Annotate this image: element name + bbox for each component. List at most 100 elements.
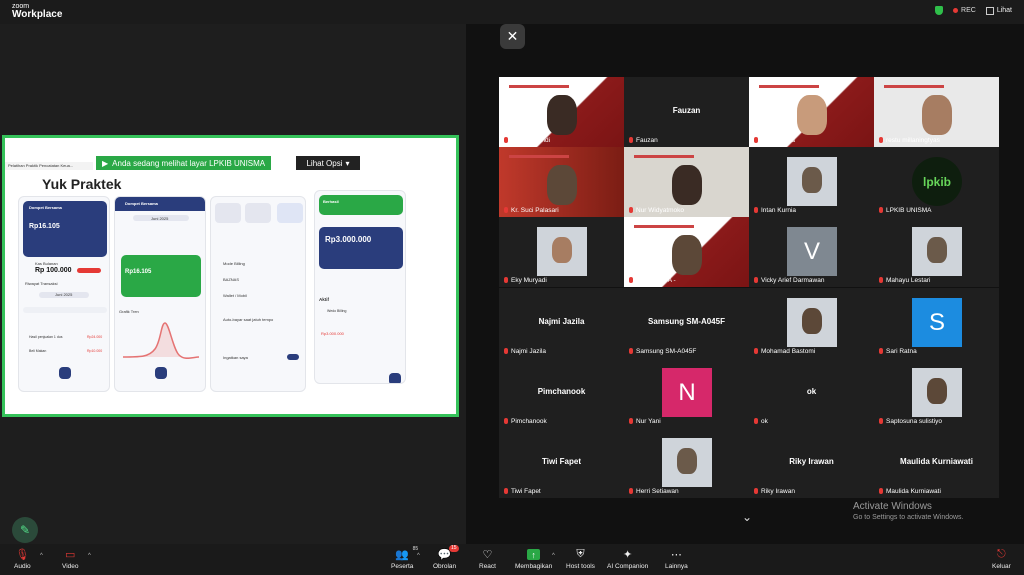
recording-indicator[interactable]: REC [953, 7, 976, 14]
participant-face [922, 95, 952, 135]
saldo-value: Rp 100.000 [35, 267, 72, 274]
participant-tile[interactable]: Intan Kurnia [749, 147, 874, 217]
chat-button[interactable]: 💬 15 Obrolan [433, 545, 459, 570]
participant-tile[interactable]: Tiwi Fapet Tiwi Fapet [499, 428, 624, 498]
profile-photo [912, 368, 962, 417]
video-button[interactable]: ▭ Video [62, 548, 79, 570]
participant-tile[interactable]: ok ok [749, 358, 874, 428]
participant-tile[interactable]: V Vicky Arief Darmawan [749, 217, 874, 287]
participant-tile[interactable]: Fauzan Fauzan [624, 77, 749, 147]
participant-tile[interactable]: Nur Widyatmoko [624, 147, 749, 217]
green-card: Rp16.105 [121, 255, 201, 297]
logo-line-2: Workplace [12, 9, 63, 20]
toggle-switch [287, 354, 299, 360]
rec-label: REC [961, 7, 976, 14]
share-screen-icon: ↑ [527, 548, 541, 561]
microphone-muted-icon [878, 348, 884, 355]
participant-tile[interactable]: Riky Irawan Riky Irawan [749, 428, 874, 498]
participant-tile[interactable]: Samsung SM-A045F Samsung SM-A045F [624, 288, 749, 358]
windows-activation-watermark: Activate Windows Go to Settings to activ… [853, 501, 964, 521]
activation-line-1: Activate Windows [853, 501, 932, 512]
top-right-controls: REC Lihat [935, 6, 1012, 15]
host-tools-button[interactable]: ⛨ Host tools [566, 548, 595, 570]
participant-tile[interactable]: Pimchanook Pimchanook [499, 358, 624, 428]
participant-tile[interactable]: MUSTHOFA - [624, 217, 749, 287]
participant-tile[interactable]: Rudi Devendi [499, 77, 624, 147]
more-button[interactable]: ⋯ Lainnya [665, 548, 688, 570]
participant-name: Saptosuna sulistiyo [886, 418, 943, 425]
participants-button[interactable]: 👥 85 Peserta [391, 546, 418, 570]
participant-tile[interactable]: Saptosuna sulistiyo [874, 358, 999, 428]
microphone-muted-icon [628, 418, 634, 425]
view-options-label: Lihat Opsi [306, 158, 343, 168]
microphone-muted-icon [753, 207, 759, 214]
profile-photo [787, 157, 837, 206]
participant-name: Herri Setiawan [636, 488, 679, 495]
field-label: Mode Billing [223, 261, 245, 266]
participant-name-label: Riky Irawan [753, 488, 795, 495]
month-label: Juni 2025 [151, 216, 169, 221]
view-options-button[interactable]: Lihat Opsi ▾ [296, 156, 360, 170]
viewing-share-banner: ▶ Anda sedang melihat layar LPKIB UNISMA [96, 156, 272, 170]
microphone-muted-icon [753, 137, 759, 144]
participant-name-label: LPKIB UNISMA [878, 207, 932, 214]
participant-tile[interactable]: Sylvia Indra [749, 77, 874, 147]
participant-name-label: Tiwi Fapet [503, 488, 541, 495]
participant-name: Nur Yani [636, 418, 661, 425]
participant-tile[interactable]: Kr. Suci Palasari [499, 147, 624, 217]
participant-tile[interactable]: Herri Setiawan [624, 428, 749, 498]
chevron-down-icon[interactable]: ⌄ [742, 510, 752, 524]
participant-tile[interactable]: Maulida Kurniawati Maulida Kurniawati [874, 428, 999, 498]
participant-tile[interactable]: restu millaningtyas [874, 77, 999, 147]
react-button[interactable]: ♡ React [479, 548, 496, 570]
participant-name: Riky Irawan [761, 488, 795, 495]
participant-name-label: ok [753, 418, 768, 425]
participant-face [552, 237, 572, 263]
ai-companion-button[interactable]: ✦ AI Companion [607, 548, 648, 570]
microphone-muted-icon [628, 137, 634, 144]
participant-tile[interactable]: Mahayu Lestari [874, 217, 999, 287]
close-icon[interactable]: ✕ [500, 24, 525, 49]
participant-name-label: Intan Kurnia [753, 207, 796, 214]
field-label: BAZNAS [223, 277, 240, 282]
participant-name-label: Mohamad Bastomi [753, 348, 815, 355]
balance-card: Dompet Bersama Rp16.105 [23, 201, 107, 257]
participant-face [802, 167, 822, 193]
video-options-chevron-icon[interactable]: ^ [88, 553, 91, 559]
participant-tile[interactable]: Eky Muryadi [499, 217, 624, 287]
microphone-muted-icon [503, 418, 509, 425]
view-button[interactable]: Lihat [985, 6, 1012, 15]
audio-options-chevron-icon[interactable]: ^ [40, 553, 43, 559]
participant-name: Rudi Devendi [511, 137, 551, 144]
leave-button[interactable]: ⎋ Keluar [992, 548, 1011, 570]
microphone-muted-icon [628, 277, 634, 284]
microphone-muted-icon [628, 207, 634, 214]
share-button[interactable]: ↑ Membagikan [515, 548, 552, 570]
audio-button[interactable]: 🎙 Audio [14, 548, 31, 570]
add-fab-icon [59, 367, 71, 379]
grid-view-icon [985, 6, 994, 15]
participant-name-label: Herri Setiawan [628, 488, 679, 495]
participant-tile[interactable]: S Sari Ratna [874, 288, 999, 358]
microphone-muted-icon [503, 207, 509, 214]
annotate-pencil-icon[interactable]: ✎ [12, 517, 38, 543]
participant-name: restu millaningtyas [886, 137, 940, 144]
participant-tile[interactable]: lpkib LPKIB UNISMA [874, 147, 999, 217]
section-label: Aktif [319, 297, 329, 302]
participant-tile[interactable]: N Nur Yani [624, 358, 749, 428]
trend-chart [122, 322, 200, 359]
transaction-amount: Rp24.000 [87, 335, 103, 339]
security-shield-icon[interactable] [935, 6, 944, 15]
participant-name-label: MUSTHOFA - [628, 277, 676, 284]
leave-icon: ⎋ [997, 548, 1006, 560]
phone-mockup-3: Mode Billing BAZNAS Wallet / Mobil Auto-… [210, 196, 306, 392]
participant-name: MUSTHOFA - [636, 277, 676, 284]
share-options-chevron-icon[interactable]: ^ [552, 553, 555, 559]
participant-tile[interactable]: Mohamad Bastomi [749, 288, 874, 358]
transaction-amount: Rp10.000 [87, 349, 103, 353]
chart-title: Grafik Tren [119, 309, 139, 314]
green-card-value: Rp16.105 [125, 269, 152, 275]
participants-options-chevron-icon[interactable]: ^ [417, 553, 420, 559]
participant-tile[interactable]: Najmi Jazila Najmi Jazila [499, 288, 624, 358]
browser-tab: Pelatihan Praktik Pencatatan Keua... [5, 162, 93, 170]
